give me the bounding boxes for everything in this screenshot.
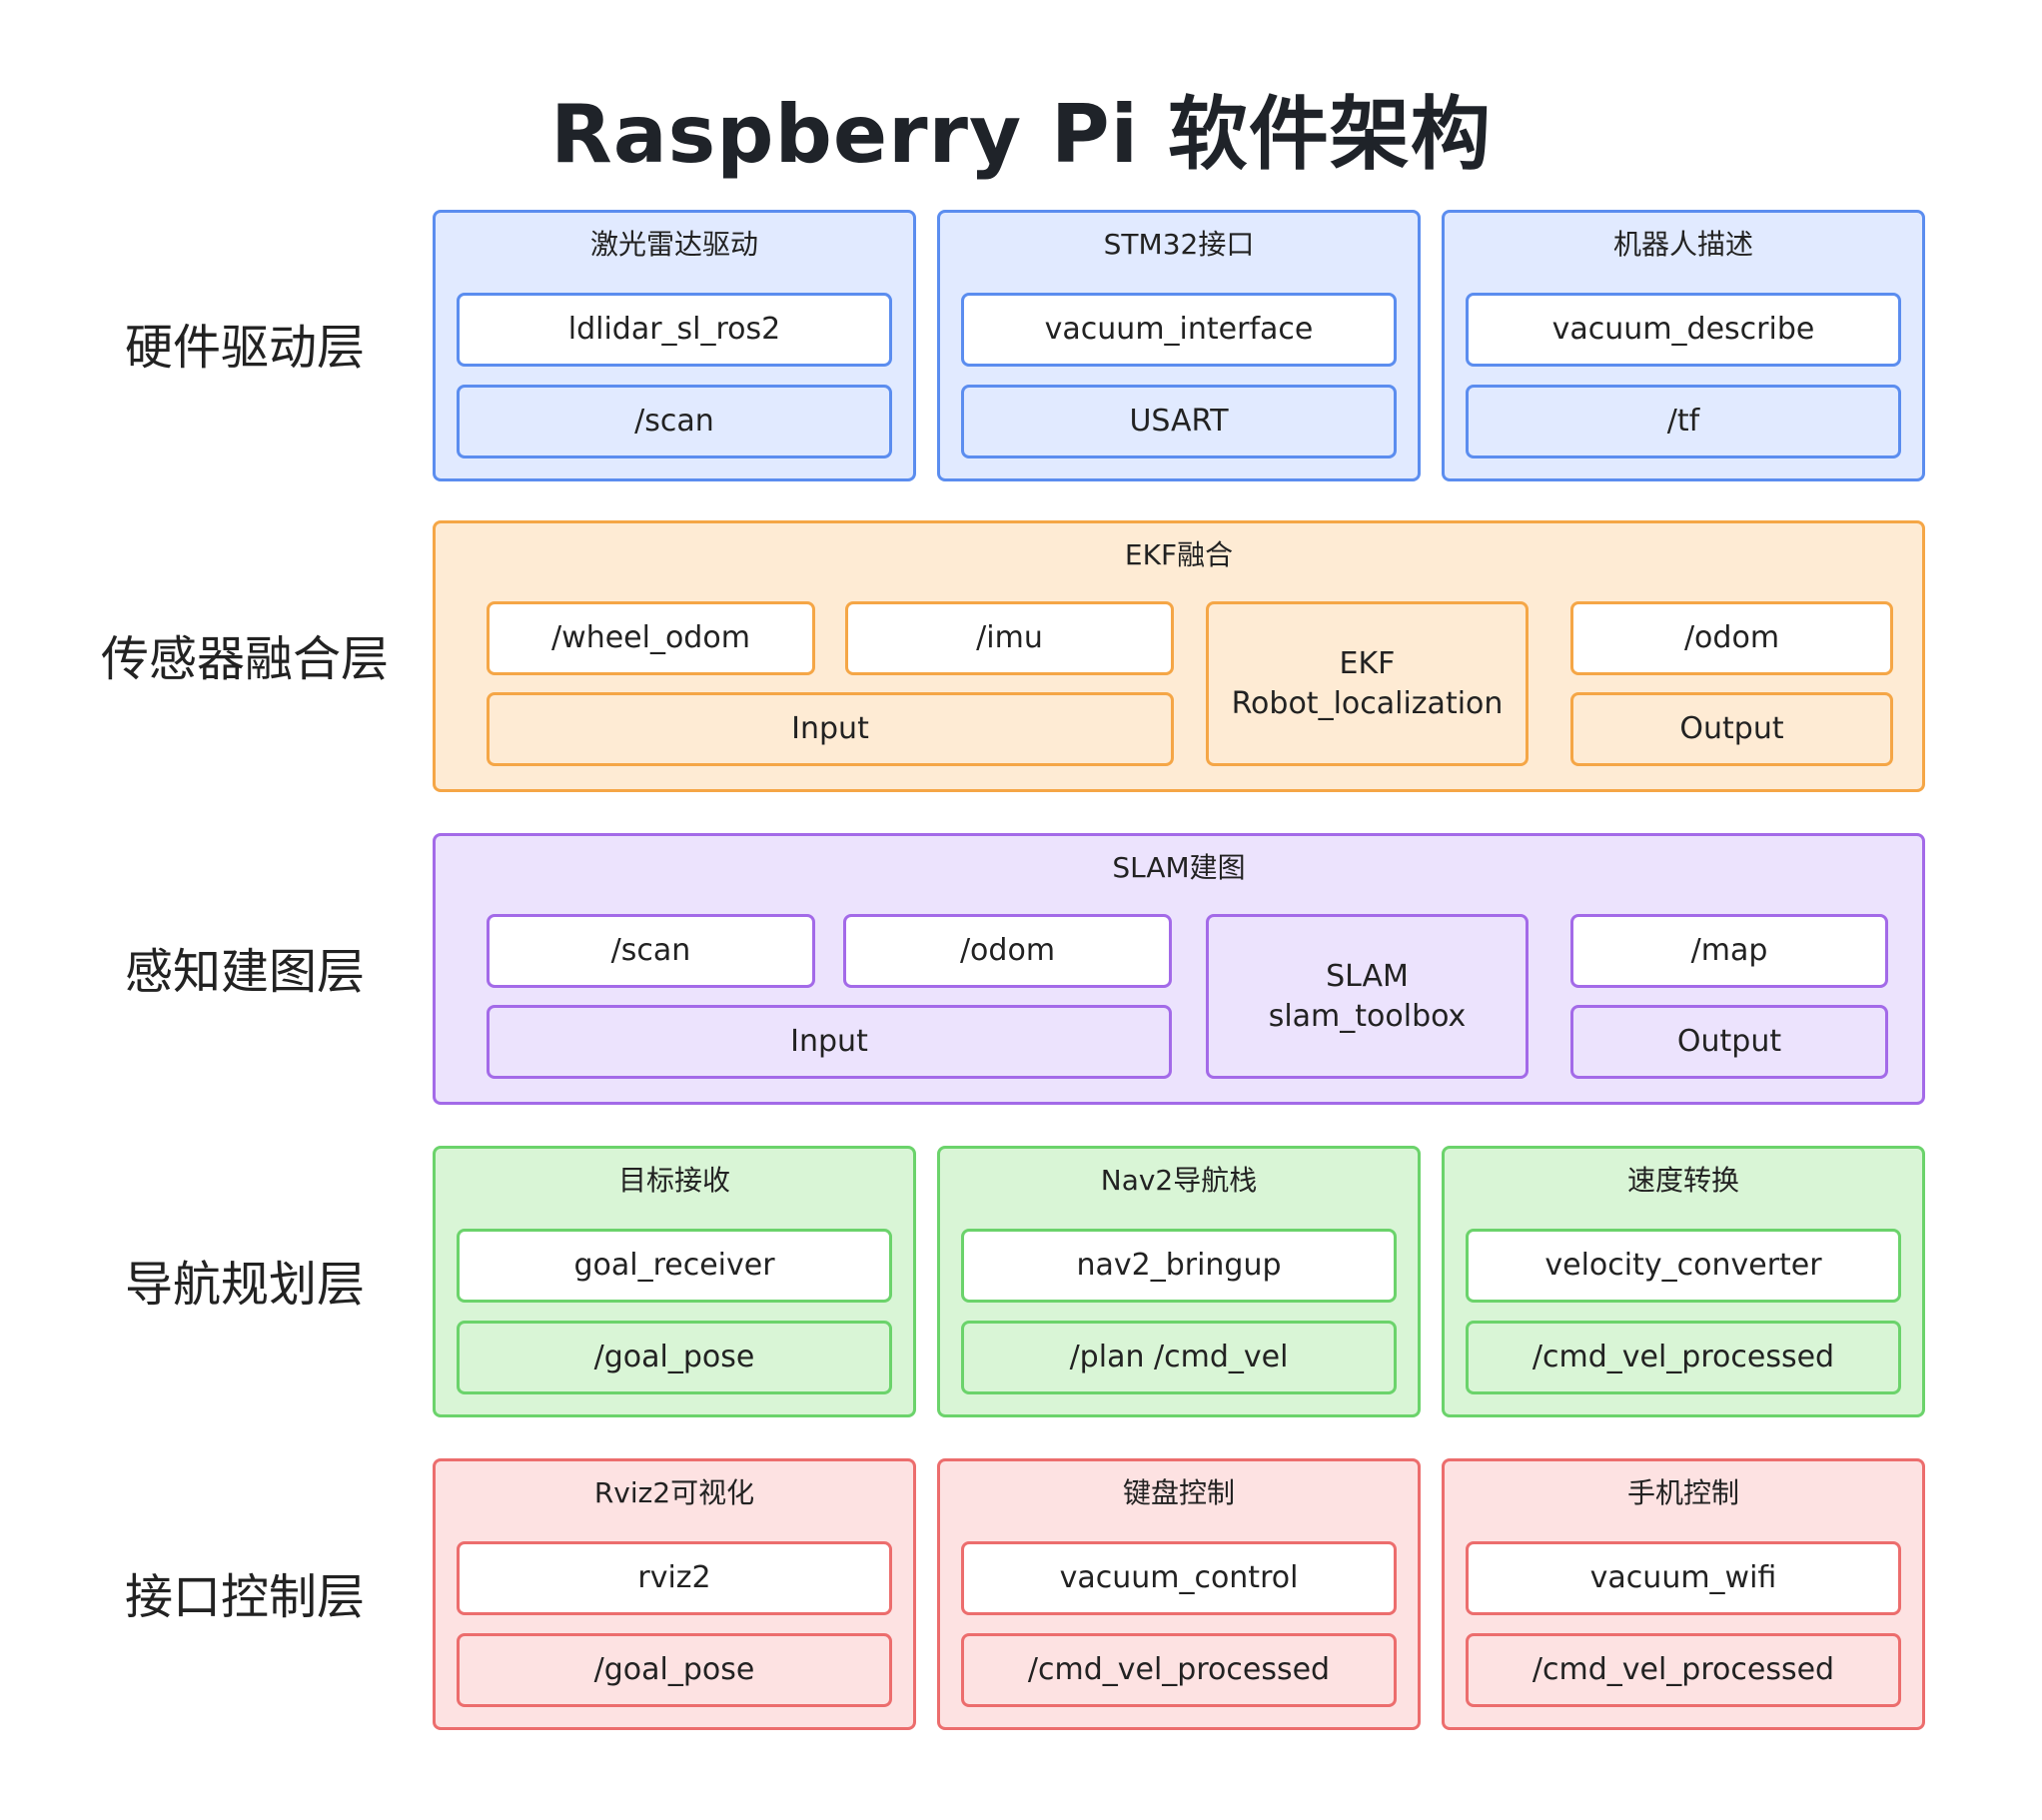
panel-goal-receiver: 目标接收 goal_receiver /goal_pose <box>433 1146 916 1417</box>
panel-lidar-driver: 激光雷达驱动 ldlidar_sl_ros2 /scan <box>433 210 916 481</box>
layer-label-hardware: 硬件驱动层 <box>124 320 365 376</box>
panel-nav2-stack: Nav2导航栈 nav2_bringup /plan /cmd_vel <box>937 1146 1421 1417</box>
input-topic-box: /odom <box>843 914 1172 988</box>
topic-box: /cmd_vel_processed <box>1466 1633 1901 1707</box>
panel-velocity-converter: 速度转换 velocity_converter /cmd_vel_process… <box>1442 1146 1925 1417</box>
panel-title: 机器人描述 <box>1612 228 1753 261</box>
output-label-box: Output <box>1570 1005 1888 1079</box>
panel-title: 目标接收 <box>617 1164 730 1197</box>
topic-box: /goal_pose <box>457 1633 892 1707</box>
panel-title: 键盘控制 <box>1122 1476 1235 1509</box>
node-box: vacuum_describe <box>1466 293 1901 367</box>
panel-title: 激光雷达驱动 <box>589 228 758 261</box>
topic-box: /scan <box>457 385 892 458</box>
topic-box: USART <box>961 385 1397 458</box>
node-box: vacuum_interface <box>961 293 1397 367</box>
core-title: SLAM <box>1326 958 1409 994</box>
ekf-core-box: EKF Robot_localization <box>1206 601 1529 766</box>
diagram-title: Raspberry Pi 软件架构 <box>550 88 1492 181</box>
panel-keyboard-control: 键盘控制 vacuum_control /cmd_vel_processed <box>937 1458 1421 1730</box>
output-label-box: Output <box>1570 692 1893 766</box>
topic-box: /cmd_vel_processed <box>1466 1321 1901 1394</box>
node-box: velocity_converter <box>1466 1229 1901 1303</box>
panel-slam-mapping: SLAM建图 /scan /odom Input SLAM slam_toolb… <box>433 833 1925 1105</box>
node-box: goal_receiver <box>457 1229 892 1303</box>
output-topic-box: /map <box>1570 914 1888 988</box>
panel-ekf-fusion: EKF融合 /wheel_odom /imu Input EKF Robot_l… <box>433 520 1925 792</box>
input-label-box: Input <box>487 1005 1172 1079</box>
layer-label-interface: 接口控制层 <box>124 1569 365 1625</box>
topic-box: /tf <box>1466 385 1901 458</box>
core-title: EKF <box>1339 645 1396 681</box>
panel-stm32-interface: STM32接口 vacuum_interface USART <box>937 210 1421 481</box>
topic-box: /plan /cmd_vel <box>961 1321 1397 1394</box>
panel-title: 手机控制 <box>1626 1476 1739 1509</box>
panel-phone-control: 手机控制 vacuum_wifi /cmd_vel_processed <box>1442 1458 1925 1730</box>
panel-title: STM32接口 <box>1103 228 1255 261</box>
slam-core-box: SLAM slam_toolbox <box>1206 914 1529 1079</box>
panel-rviz2: Rviz2可视化 rviz2 /goal_pose <box>433 1458 916 1730</box>
layer-label-fusion: 传感器融合层 <box>100 631 389 687</box>
panel-robot-description: 机器人描述 vacuum_describe /tf <box>1442 210 1925 481</box>
input-topic-box: /scan <box>487 914 815 988</box>
topic-box: /cmd_vel_processed <box>961 1633 1397 1707</box>
layer-label-slam: 感知建图层 <box>124 944 365 1000</box>
topic-box: /goal_pose <box>457 1321 892 1394</box>
panel-title: EKF融合 <box>1124 538 1234 571</box>
panel-title: Nav2导航栈 <box>1100 1164 1258 1197</box>
node-box: vacuum_wifi <box>1466 1541 1901 1615</box>
layer-label-navigation: 导航规划层 <box>124 1257 365 1313</box>
core-package: slam_toolbox <box>1268 998 1467 1034</box>
node-box: ldlidar_sl_ros2 <box>457 293 892 367</box>
output-topic-box: /odom <box>1570 601 1893 675</box>
input-topic-box: /imu <box>845 601 1174 675</box>
node-box: nav2_bringup <box>961 1229 1397 1303</box>
input-label-box: Input <box>487 692 1174 766</box>
panel-title: 速度转换 <box>1626 1164 1739 1197</box>
node-box: rviz2 <box>457 1541 892 1615</box>
core-package: Robot_localization <box>1231 685 1504 721</box>
node-box: vacuum_control <box>961 1541 1397 1615</box>
panel-title: Rviz2可视化 <box>593 1476 755 1509</box>
input-topic-box: /wheel_odom <box>487 601 815 675</box>
panel-title: SLAM建图 <box>1112 851 1246 884</box>
